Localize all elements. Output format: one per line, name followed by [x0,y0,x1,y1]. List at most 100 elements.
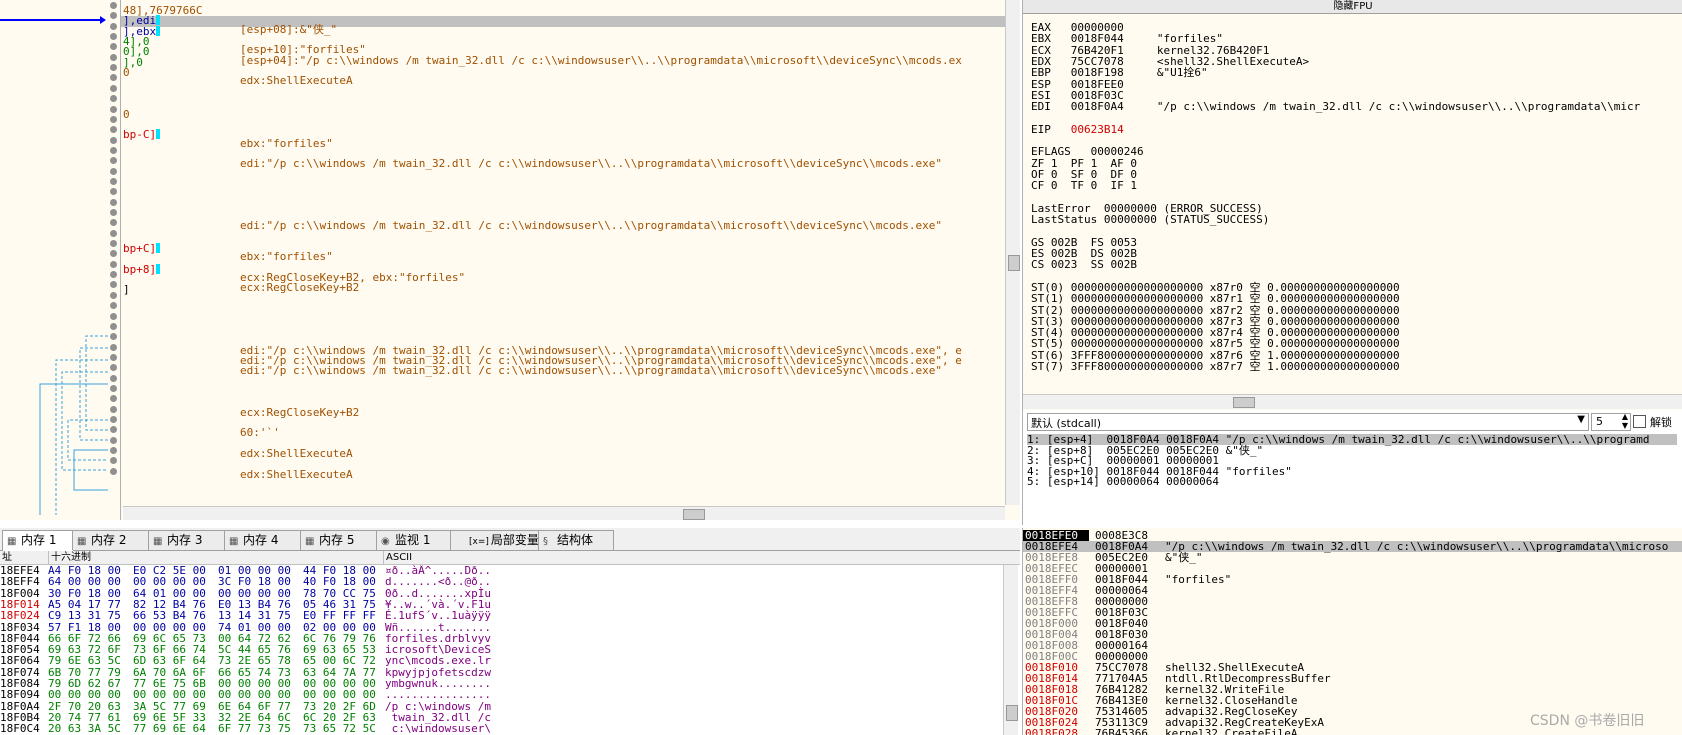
register-line[interactable]: EBP 0018F198 &"U1拴6" [1031,67,1208,78]
breakpoint-dot[interactable] [110,147,117,154]
dump-hex-group[interactable]: 73 65 72 5C [303,723,376,734]
dump-address[interactable]: 18F0C4 [0,723,40,734]
dump-address[interactable]: 18F034 [0,622,40,633]
breakpoint-dot[interactable] [110,12,117,19]
stack-pane[interactable]: 0018EFE0 0008E3C8 0018EFE4 0018F0A4 "/p c:\\… [1022,528,1682,735]
register-line[interactable]: EBX 0018F044 "forfiles" [1031,33,1223,44]
dump-hex-group[interactable]: 6F 77 73 75 [218,723,291,734]
breakpoint-dot[interactable] [110,416,117,423]
breakpoint-dot[interactable] [110,188,117,195]
arg-count-stepper[interactable]: 5 ▲ ▼ [1591,412,1631,431]
breakpoint-dot[interactable] [110,2,117,9]
dump-hex-group[interactable]: E0 FF FF FF [303,610,376,621]
dump-hex-group[interactable]: 64 00 00 00 [48,576,121,587]
scroll-thumb[interactable] [1006,705,1018,721]
register-line[interactable]: EDI 0018F0A4 "/p c:\\windows /m twain_32… [1031,101,1640,112]
registers-horizontal-scrollbar[interactable] [1023,394,1682,409]
breakpoint-column[interactable] [109,0,119,520]
dump-hex-group[interactable]: 00 00 00 00 [218,689,291,700]
dump-hex-group[interactable]: 00 00 00 00 [133,622,206,633]
breakpoint-dot[interactable] [110,354,117,361]
dump-ascii[interactable]: Wñ......t....... [385,622,491,633]
breakpoint-dot[interactable] [110,23,117,30]
dump-address[interactable]: 18F0A4 [0,701,40,712]
breakpoint-dot[interactable] [110,106,117,113]
breakpoint-dot[interactable] [110,468,117,475]
register-line[interactable]: LastStatus 00000000 (STATUS_SUCCESS) [1031,214,1269,225]
breakpoint-dot[interactable] [110,271,117,278]
dump-hex-group[interactable]: 00 00 00 00 [133,689,206,700]
dump-hex-group[interactable]: 79 6E 63 5C [48,655,121,666]
breakpoint-dot[interactable] [110,64,117,71]
dump-ascii[interactable]: d.......<ð..@ð.. [385,576,491,587]
tab-3[interactable]: ▦ 内存 4 [224,530,302,550]
breakpoint-dot[interactable] [110,375,117,382]
dump-ascii[interactable]: É.1ufS´v..1uàÿÿÿ [385,610,491,621]
dump-address[interactable]: 18EFF4 [0,576,40,587]
dump-address[interactable]: 18F064 [0,655,40,666]
breakpoint-dot[interactable] [110,116,117,123]
breakpoint-dot[interactable] [110,323,117,330]
breakpoint-dot[interactable] [110,261,117,268]
breakpoint-dot[interactable] [110,364,117,371]
register-line[interactable]: EIP 00623B14 [1031,124,1124,135]
dump-hex-group[interactable]: 00 00 00 00 [133,576,206,587]
dump-hex-group[interactable]: 20 63 3A 5C [48,723,121,734]
breakpoint-dot[interactable] [110,395,117,402]
dump-hex-group[interactable]: 13 14 31 75 [218,610,291,621]
tab-1[interactable]: ▦ 内存 2 [72,530,150,550]
dump-ascii[interactable]: c:\windowsuser\ [385,723,491,734]
breakpoint-dot[interactable] [110,54,117,61]
dump-hex-group[interactable]: 65 00 6C 72 [303,655,376,666]
tab-5[interactable]: ◉ 监视 1 [376,530,452,550]
register-line[interactable]: EFLAGS 00000246 [1031,146,1144,157]
dump-hex-group[interactable]: 00 00 00 00 [218,588,291,599]
dump-ascii[interactable]: 0ð..d.......xpÌu [385,588,491,599]
dump-address[interactable]: 18F024 [0,610,40,621]
stepper-arrows-icon[interactable]: ▲ ▼ [1622,412,1628,430]
breakpoint-dot[interactable] [110,437,117,444]
dump-hex-group[interactable]: 6D 63 6F 64 [133,655,206,666]
hide-fpu-toggle[interactable]: 隐藏FPU [1023,0,1682,14]
dump-hex-group[interactable]: C9 13 31 75 [48,610,121,621]
breakpoint-dot[interactable] [110,344,117,351]
breakpoint-dot[interactable] [110,406,117,413]
disassembly-pane[interactable]: 48],7679766C],edi],ebx 4],0 0],0],0 0 0 bp-C]… [0,0,1020,520]
dump-hex-group[interactable]: 2F 70 20 63 [48,701,121,712]
scroll-thumb[interactable] [1008,255,1020,271]
unlock-checkbox[interactable] [1633,415,1646,428]
dump-hex-group[interactable]: 73 20 2F 6D [303,701,376,712]
dump-vertical-scrollbar[interactable] [1003,565,1018,735]
breakpoint-dot[interactable] [110,157,117,164]
tab-4[interactable]: ▦ 内存 5 [300,530,378,550]
breakpoint-dot[interactable] [110,302,117,309]
breakpoint-dot[interactable] [110,230,117,237]
breakpoint-dot[interactable] [110,74,117,81]
dump-hex-group[interactable]: 77 69 6E 64 [133,723,206,734]
disasm-horizontal-scrollbar[interactable] [123,506,1005,520]
memory-dump-pane[interactable]: 址 十六进制 ASCII 18EFE4 A4 F0 18 00 E0 C2 5E 0… [0,551,1020,735]
dump-hex-group[interactable]: 02 00 00 00 [303,622,376,633]
eip-value[interactable]: 00623B14 [1071,123,1124,136]
tab-6[interactable]: [x=] 局部变量 [450,530,540,550]
breakpoint-dot[interactable] [110,426,117,433]
breakpoint-dot[interactable] [110,292,117,299]
dump-hex-group[interactable]: 66 53 B4 76 [133,610,206,621]
dump-hex-group[interactable]: 57 F1 18 00 [48,622,121,633]
dump-ascii[interactable]: ................ [385,689,491,700]
breakpoint-dot[interactable] [110,85,117,92]
call-arguments-pane[interactable]: 默认 (stdcall) ▼ 5 ▲ ▼ 解锁 1: [esp+4] 0018F0… [1022,410,1682,525]
register-line[interactable]: CF 0 TF 0 IF 1 [1031,180,1137,191]
breakpoint-dot[interactable] [110,447,117,454]
breakpoint-dot[interactable] [110,126,117,133]
registers-pane[interactable]: 隐藏FPU EAX 00000000 EBX 0018F044 "forfiles… [1022,0,1682,410]
dump-hex-group[interactable]: 6E 64 6F 77 [218,701,291,712]
register-line[interactable]: ST(7) 3FFF8000000000000000 x87r7 空 1.000… [1031,361,1400,372]
dump-address[interactable]: 18F094 [0,689,40,700]
tab-0[interactable]: ▦ 内存 1 [2,530,74,551]
tab-2[interactable]: ▦ 内存 3 [148,530,226,550]
dump-ascii[interactable]: /p c:\windows /m [385,701,491,712]
calling-convention-select[interactable]: 默认 (stdcall) ▼ [1027,413,1589,431]
dump-hex-group[interactable]: 74 01 00 00 [218,622,291,633]
breakpoint-dot[interactable] [110,209,117,216]
